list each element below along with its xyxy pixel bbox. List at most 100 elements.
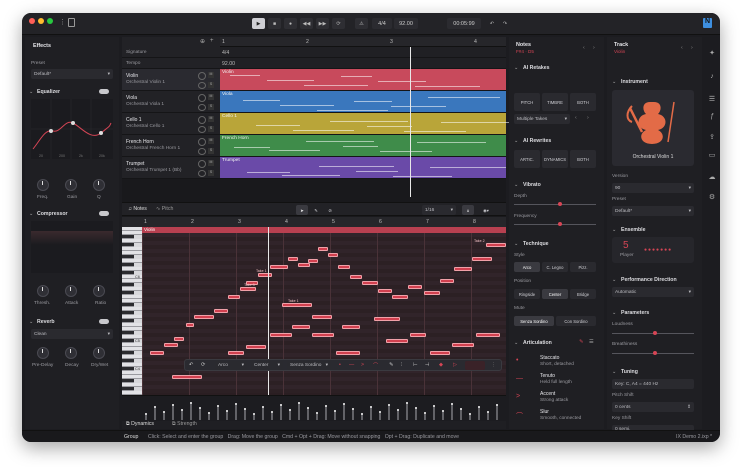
dynamics-handle[interactable] (199, 407, 201, 409)
dynamics-handle[interactable] (388, 404, 390, 406)
piano-keyboard[interactable]: C6 C5 C4 (122, 227, 142, 395)
dynamics-handle[interactable] (154, 406, 156, 408)
visibility-icon[interactable]: ◉▾ (478, 205, 494, 215)
document-icon[interactable] (68, 18, 75, 27)
track-clip[interactable]: Viola (220, 91, 506, 113)
track-header[interactable]: Trumpet Orchestral Trumpet 1 (Bb) M S (122, 157, 220, 179)
midi-note[interactable] (240, 287, 256, 291)
retake-both-button[interactable]: BOTH (570, 93, 596, 111)
prev-take-icon[interactable]: ‹ (575, 115, 577, 121)
next-take-icon[interactable]: › (587, 115, 589, 121)
quantize-select[interactable]: 1/16 ▾ (422, 205, 456, 215)
pan-knob[interactable] (198, 126, 206, 133)
midi-note[interactable] (472, 257, 492, 261)
midi-note[interactable] (308, 259, 318, 263)
position-select[interactable]: Center ▾ (251, 361, 283, 370)
plus-icon[interactable]: + (210, 38, 214, 44)
piano-ruler[interactable]: 1 2 3 4 5 6 7 8 (122, 217, 506, 227)
articulation-item[interactable]: ⌒ Slur Smooth, connected (514, 408, 596, 424)
slur-icon[interactable]: ⌒ (373, 362, 378, 369)
depth-slider[interactable] (514, 202, 596, 206)
collapse-icon[interactable]: ⌄ (29, 211, 33, 217)
pan-knob[interactable] (198, 170, 206, 177)
redo-icon[interactable]: ↷ (500, 18, 510, 29)
dynamics-strokes[interactable] (142, 398, 506, 420)
collapse-icon[interactable]: ⌄ (29, 319, 33, 325)
snap-icon[interactable]: ∪ (462, 205, 474, 215)
eq-freq-knob[interactable] (37, 179, 49, 191)
midi-note[interactable] (350, 275, 362, 279)
dynamics-handle[interactable] (451, 403, 453, 405)
midi-note[interactable] (186, 323, 194, 327)
collapse-icon[interactable]: ⌄ (514, 182, 518, 188)
dynamics-handle[interactable] (352, 408, 354, 410)
midi-note[interactable] (374, 317, 400, 321)
collapse-icon[interactable]: ⌄ (612, 369, 616, 375)
dynamics-handle[interactable] (415, 407, 417, 409)
stop-button[interactable]: ■ (268, 18, 281, 29)
volume-knob[interactable] (198, 160, 206, 168)
solo-button[interactable]: S (208, 148, 214, 154)
solo-button[interactable]: S (208, 82, 214, 88)
add-track-icon[interactable]: ⊕ (200, 38, 205, 45)
dynamics-handle[interactable] (208, 412, 210, 414)
midi-note[interactable] (476, 333, 500, 337)
fx-icon[interactable]: ƒ (707, 113, 717, 123)
next-arrow-icon[interactable]: › (593, 45, 595, 51)
midi-note[interactable] (440, 279, 454, 283)
dynamics-handle[interactable] (370, 406, 372, 408)
articulation-icon[interactable]: • (339, 362, 341, 368)
position-ringside-button[interactable]: Ringside (514, 289, 540, 299)
midi-note[interactable] (292, 325, 310, 329)
frequency-slider-thumb[interactable] (558, 222, 562, 226)
collapse-icon[interactable]: ⌄ (612, 227, 616, 233)
frequency-slider[interactable] (514, 222, 596, 226)
eraser-tool[interactable]: ⊘ (324, 205, 336, 215)
midi-note[interactable] (172, 375, 202, 379)
dynamics-handle[interactable] (298, 402, 300, 404)
collapse-icon[interactable]: ⌄ (514, 138, 518, 144)
performance-direction-select[interactable]: Automatic ▾ (612, 287, 694, 297)
pan-knob[interactable] (198, 148, 206, 155)
eq-q-knob[interactable] (93, 179, 105, 191)
stepper-icon[interactable]: ⇕ (687, 405, 691, 410)
midi-note[interactable] (336, 351, 360, 355)
midi-note[interactable] (392, 295, 408, 299)
undo-icon[interactable]: ↶ (487, 18, 497, 29)
dynamics-handle[interactable] (145, 413, 147, 415)
mute-con-sordino-button[interactable]: Con Sordino (556, 316, 596, 326)
wand-icon[interactable]: ✦ (707, 49, 717, 59)
midi-note[interactable] (342, 325, 360, 329)
rewrite-dynamics-button[interactable]: DYNAMICS (542, 150, 568, 168)
track-header[interactable]: Viola Orchestral Viola 1 MS (122, 91, 220, 113)
dynamics-handle[interactable] (343, 403, 345, 405)
collapse-icon[interactable]: ⌄ (612, 277, 616, 283)
midi-note[interactable] (228, 351, 244, 355)
midi-note[interactable] (298, 263, 310, 267)
collapse-icon[interactable]: ⌄ (29, 89, 33, 95)
midi-note[interactable] (328, 253, 338, 257)
midi-note[interactable] (246, 345, 266, 349)
midi-note[interactable] (318, 247, 328, 251)
volume-knob[interactable] (198, 94, 206, 102)
breathiness-slider[interactable] (612, 351, 694, 355)
mute-button[interactable]: M (208, 116, 214, 122)
settings-icon[interactable]: ⚙ (707, 193, 717, 203)
dynamics-handle[interactable] (163, 411, 165, 413)
dynamics-handle[interactable] (172, 404, 174, 406)
ratio-knob[interactable] (93, 285, 105, 297)
dynamics-handle[interactable] (397, 409, 399, 411)
dynamics-handle[interactable] (307, 407, 309, 409)
dynamics-handle[interactable] (334, 410, 336, 412)
tuning-select[interactable]: Key: C, A4 = 440 Hz (612, 379, 694, 389)
dynamics-handle[interactable] (469, 413, 471, 415)
cloud-icon[interactable]: ☁ (707, 173, 717, 183)
mixer-icon[interactable]: ☰ (707, 95, 717, 105)
track-header[interactable]: Cello 1 Orchestral Cello 1 MS (122, 113, 220, 135)
midi-note[interactable] (454, 267, 472, 271)
rewrite-artic-button[interactable]: ARTIC. (514, 150, 540, 168)
maximize-window-button[interactable] (47, 18, 53, 24)
dynamics-handle[interactable] (262, 406, 264, 408)
pin-icon[interactable]: ✎ (579, 339, 583, 345)
pencil-icon[interactable]: ✎ (389, 362, 393, 368)
